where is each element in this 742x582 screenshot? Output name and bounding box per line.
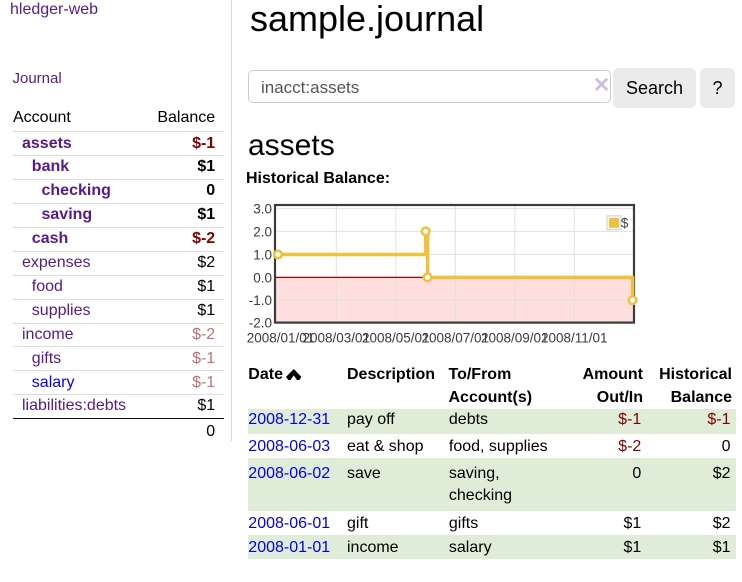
svg-text:1.0: 1.0 <box>253 247 272 262</box>
svg-text:2008/07/01: 2008/07/01 <box>422 330 490 345</box>
svg-text:2008/05/01: 2008/05/01 <box>362 330 430 345</box>
svg-text:2008/11/01: 2008/11/01 <box>541 330 608 345</box>
svg-text:3.0: 3.0 <box>253 202 272 217</box>
svg-text:2.0: 2.0 <box>253 224 272 239</box>
svg-text:$: $ <box>621 216 629 231</box>
svg-text:0.0: 0.0 <box>253 270 272 285</box>
svg-text:-1.0: -1.0 <box>249 293 272 308</box>
svg-text:2008/03/01: 2008/03/01 <box>303 330 371 345</box>
svg-text:2008/09/01: 2008/09/01 <box>481 330 549 345</box>
svg-text:-2.0: -2.0 <box>249 316 272 331</box>
